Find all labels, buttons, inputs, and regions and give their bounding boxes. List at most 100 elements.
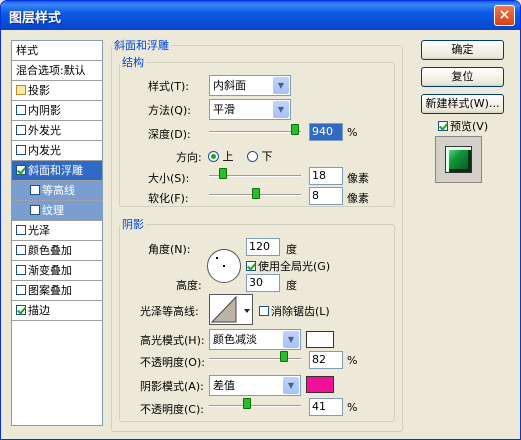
list-item-drop-shadow[interactable]: 投影: [12, 81, 102, 101]
title-bar[interactable]: 图层样式 ×: [1, 1, 520, 30]
altitude-input[interactable]: 30: [246, 274, 280, 292]
list-item-outer-glow[interactable]: 外发光: [12, 121, 102, 141]
checkbox-icon[interactable]: [16, 165, 26, 175]
list-item-label: 描边: [28, 304, 50, 317]
shadow-mode-select[interactable]: 差值 ▼: [209, 375, 301, 396]
chevron-down-icon: ▼: [283, 331, 299, 348]
direction-down-radio[interactable]: 下: [247, 148, 273, 164]
highlight-opacity-unit: %: [347, 354, 358, 367]
checkbox-icon[interactable]: [16, 305, 26, 315]
direction-up-radio[interactable]: 上: [208, 148, 234, 164]
shadow-opacity-unit: %: [347, 401, 358, 414]
angle-dial[interactable]: [207, 249, 241, 283]
highlight-mode-value: 颜色减淡: [213, 333, 257, 346]
shadow-mode-value: 差值: [213, 379, 235, 392]
list-item-label: 光泽: [28, 224, 50, 237]
shadow-mode-label: 阴影模式(A):: [140, 380, 204, 393]
shadow-opacity-input[interactable]: 41: [309, 398, 343, 416]
preview-checkbox[interactable]: 预览(V): [438, 118, 488, 134]
highlight-opacity-thumb[interactable]: [280, 351, 288, 362]
checkbox-icon[interactable]: [16, 145, 26, 155]
style-list: 样式 混合选项:默认 投影 内阴影 外发光 内发光 斜面和浮雕 等高线 纹理 光…: [11, 40, 103, 426]
window-title: 图层样式: [9, 11, 62, 26]
gloss-contour-picker[interactable]: [209, 294, 253, 325]
list-item-label: 外发光: [28, 124, 61, 137]
new-style-button[interactable]: 新建样式(W)...: [421, 94, 504, 114]
size-slider-thumb[interactable]: [219, 168, 227, 179]
depth-slider-thumb[interactable]: [291, 124, 299, 135]
depth-input[interactable]: 940: [309, 123, 343, 141]
list-item-stroke[interactable]: 描边: [12, 301, 102, 321]
checkbox-icon[interactable]: [16, 85, 26, 95]
gloss-contour-label: 光泽等高线:: [140, 305, 199, 318]
list-item-contour[interactable]: 等高线: [12, 181, 102, 201]
chevron-down-icon: ▼: [273, 101, 289, 118]
checkbox-icon[interactable]: [30, 205, 40, 215]
list-item-inner-shadow[interactable]: 内阴影: [12, 101, 102, 121]
altitude-label: 高度:: [176, 279, 202, 292]
chevron-down-icon: ▼: [273, 77, 289, 94]
bevel-group-title: 斜面和浮雕: [114, 39, 169, 52]
shadow-opacity-slider[interactable]: [209, 405, 301, 407]
preview-label: 预览(V): [450, 120, 489, 133]
checkbox-icon[interactable]: [16, 105, 26, 115]
reset-button[interactable]: 复位: [421, 67, 504, 87]
radio-icon[interactable]: [208, 151, 219, 162]
contour-icon: [210, 295, 250, 323]
list-item-texture[interactable]: 纹理: [12, 201, 102, 221]
layer-style-dialog: 图层样式 × 样式 混合选项:默认 投影 内阴影 外发光 内发光 斜面和浮雕 等…: [0, 0, 521, 440]
ok-button[interactable]: 确定: [421, 40, 504, 60]
checkbox-icon[interactable]: [438, 121, 448, 131]
depth-unit: %: [347, 126, 358, 139]
checkbox-icon[interactable]: [16, 265, 26, 275]
structure-group-title: 结构: [122, 56, 144, 69]
method-label: 方法(Q):: [148, 104, 191, 117]
angle-input[interactable]: 120: [246, 238, 280, 256]
list-item-pattern-overlay[interactable]: 图案叠加: [12, 281, 102, 301]
checkbox-icon[interactable]: [259, 306, 269, 316]
highlight-opacity-label: 不透明度(O):: [140, 356, 205, 369]
style-select[interactable]: 内斜面 ▼: [209, 75, 291, 96]
list-item-gradient-overlay[interactable]: 渐变叠加: [12, 261, 102, 281]
angle-dial-pointer: [216, 257, 218, 259]
angle-label: 角度(N):: [148, 243, 191, 256]
list-item-color-overlay[interactable]: 颜色叠加: [12, 241, 102, 261]
direction-down-label: 下: [261, 150, 273, 163]
list-item-bevel-emboss[interactable]: 斜面和浮雕: [12, 161, 102, 181]
highlight-opacity-input[interactable]: 82: [309, 351, 343, 369]
list-item-label: 颜色叠加: [28, 244, 72, 257]
antialias-checkbox[interactable]: 消除锯齿(L): [259, 303, 330, 319]
shading-group-title: 阴影: [122, 218, 144, 231]
soften-input[interactable]: 8: [309, 187, 343, 205]
list-item-inner-glow[interactable]: 内发光: [12, 141, 102, 161]
size-input[interactable]: 18: [309, 167, 343, 185]
preview-thumbnail: [435, 136, 482, 183]
shadow-color-swatch[interactable]: [306, 376, 334, 393]
global-light-checkbox[interactable]: 使用全局光(G): [246, 258, 330, 274]
radio-icon[interactable]: [247, 151, 258, 162]
styles-header[interactable]: 样式: [12, 41, 102, 61]
direction-up-label: 上: [222, 150, 234, 163]
altitude-unit: 度: [286, 279, 297, 292]
list-item-satin[interactable]: 光泽: [12, 221, 102, 241]
list-item-label: 斜面和浮雕: [28, 164, 83, 177]
method-select-value: 平滑: [213, 103, 235, 116]
depth-slider[interactable]: [209, 131, 301, 133]
checkbox-icon[interactable]: [16, 245, 26, 255]
checkbox-icon[interactable]: [16, 125, 26, 135]
checkbox-icon[interactable]: [16, 225, 26, 235]
close-button[interactable]: ×: [494, 5, 515, 26]
preview-swatch-icon: [445, 146, 472, 173]
highlight-color-swatch[interactable]: [306, 331, 334, 348]
list-item-label: 图案叠加: [28, 284, 72, 297]
shadow-opacity-thumb[interactable]: [243, 398, 251, 409]
method-select[interactable]: 平滑 ▼: [209, 99, 291, 120]
highlight-mode-select[interactable]: 颜色减淡 ▼: [209, 329, 301, 350]
size-unit: 像素: [347, 172, 369, 185]
checkbox-icon[interactable]: [16, 285, 26, 295]
checkbox-icon[interactable]: [30, 185, 40, 195]
checkbox-icon[interactable]: [246, 261, 256, 271]
highlight-mode-label: 高光模式(H):: [140, 334, 205, 347]
blend-options-item[interactable]: 混合选项:默认: [12, 61, 102, 81]
soften-slider-thumb[interactable]: [252, 188, 260, 199]
